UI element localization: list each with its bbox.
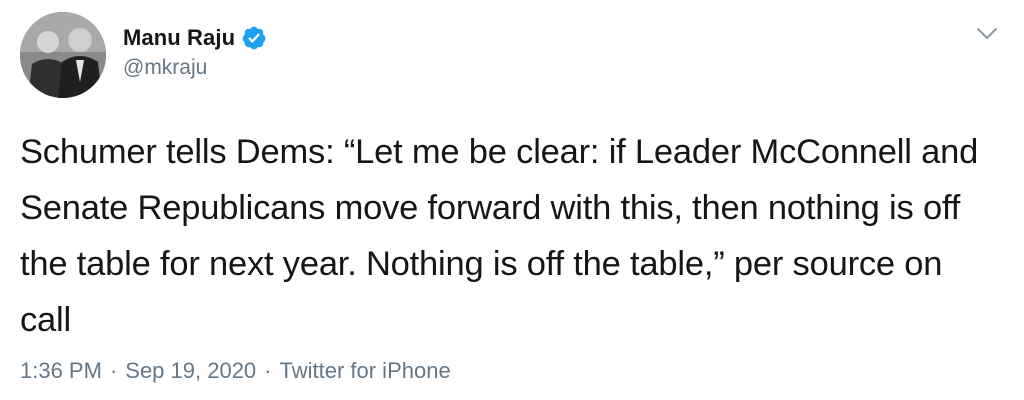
chevron-down-icon[interactable] (976, 26, 998, 42)
verified-badge-icon (241, 25, 267, 51)
avatar[interactable] (20, 12, 106, 98)
name-row: Manu Raju (123, 24, 267, 52)
tweet-time[interactable]: 1:36 PM (20, 358, 102, 384)
tweet-source[interactable]: Twitter for iPhone (280, 358, 451, 384)
tweet-date[interactable]: Sep 19, 2020 (125, 358, 256, 384)
tweet-meta: 1:36 PM · Sep 19, 2020 · Twitter for iPh… (20, 358, 451, 384)
meta-separator: · (264, 358, 272, 383)
tweet-card: Manu Raju @mkraju Schumer tells Dems: “L… (0, 0, 1024, 400)
author-block: Manu Raju @mkraju (123, 24, 267, 80)
tweet-text: Schumer tells Dems: “Let me be clear: if… (20, 133, 979, 339)
handle[interactable]: @mkraju (123, 56, 267, 80)
display-name[interactable]: Manu Raju (123, 25, 235, 51)
meta-separator: · (109, 358, 118, 383)
